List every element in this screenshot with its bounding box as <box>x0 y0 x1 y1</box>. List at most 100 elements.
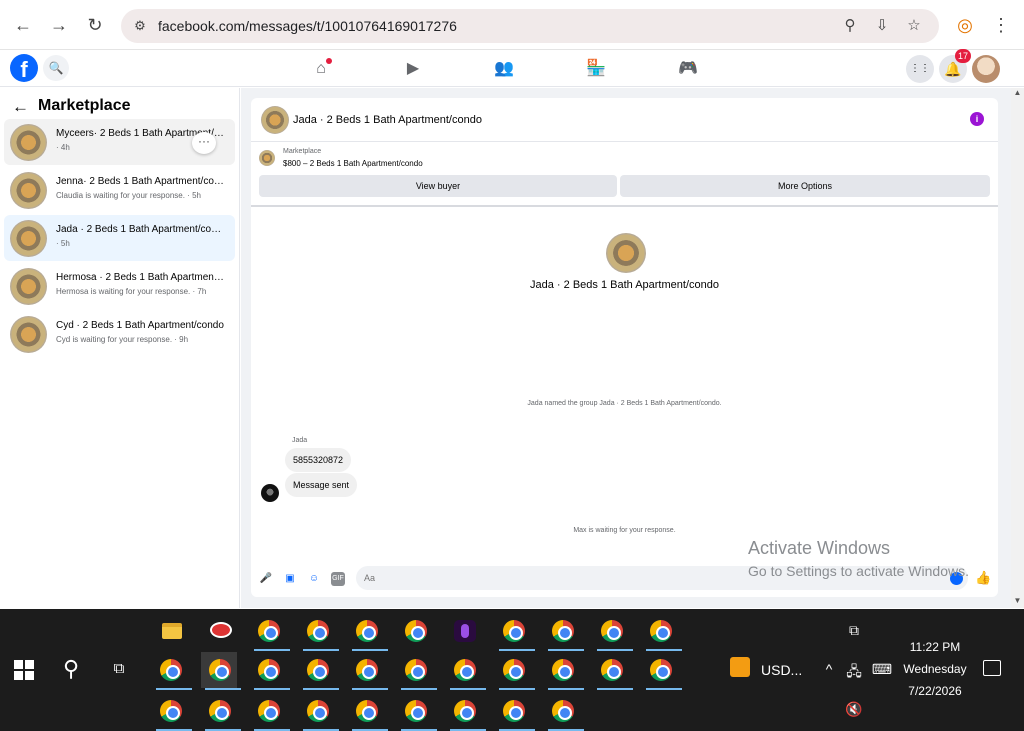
home-glyph: ⌂ <box>316 60 326 77</box>
chrome-icon[interactable] <box>544 652 584 690</box>
conversation-item[interactable]: Cyd · 2 Beds 1 Bath Apartment/condo Cyd … <box>4 311 235 357</box>
browser-toolbar: ← → ↻ ⚙ facebook.com/messages/t/10010764… <box>0 0 1024 50</box>
chrome-icon[interactable] <box>593 613 633 651</box>
conversation-item[interactable]: Jenna· 2 Beds 1 Bath Apartment/condo Cla… <box>4 167 235 213</box>
chrome-icon[interactable] <box>642 652 682 690</box>
listing-title[interactable]: $800 – 2 Beds 1 Bath Apartment/condo <box>283 159 423 168</box>
zoom-icon[interactable]: ⚲ <box>841 17 859 35</box>
conversation-sidebar: ← Marketplace Myceers· 2 Beds 1 Bath Apa… <box>0 88 240 608</box>
microphone-icon[interactable]: 🎤 <box>259 572 273 586</box>
back-icon[interactable]: ← <box>11 13 35 37</box>
gif-icon[interactable]: GIF <box>331 572 345 586</box>
chrome-icon[interactable] <box>152 693 192 731</box>
site-info-icon[interactable]: ⚙ <box>131 17 149 35</box>
chrome-icon[interactable] <box>348 613 388 651</box>
chrome-icon[interactable] <box>299 693 339 731</box>
taskbar-search-icon[interactable]: ⚲ <box>58 656 84 682</box>
scroll-down-icon[interactable]: ▼ <box>1011 596 1024 608</box>
info-icon[interactable]: i <box>970 112 984 126</box>
windows-start-icon[interactable] <box>14 660 34 680</box>
notifications-button[interactable]: 🔔 17 <box>939 49 971 83</box>
chrome-icon[interactable] <box>642 613 682 651</box>
chrome-icon[interactable] <box>201 652 241 690</box>
account-avatar[interactable] <box>972 55 1000 83</box>
install-icon[interactable]: ⇩ <box>873 17 891 35</box>
chrome-icon[interactable] <box>299 652 339 690</box>
chrome-icon[interactable] <box>544 693 584 731</box>
conversation-preview: Claudia is waiting for your response. · … <box>56 191 201 200</box>
conversation-item[interactable]: Jada · 2 Beds 1 Bath Apartment/condo · 5… <box>4 215 235 261</box>
chrome-icon[interactable] <box>348 693 388 731</box>
reload-icon[interactable]: ↻ <box>83 13 107 37</box>
chrome-icon[interactable] <box>495 613 535 651</box>
home-icon[interactable]: ⌂ <box>310 58 332 80</box>
conversation-item[interactable]: Myceers· 2 Beds 1 Bath Apartment/condo ·… <box>4 119 235 165</box>
facebook-logo-icon[interactable]: f <box>10 54 38 82</box>
sticker-icon[interactable]: ☺ <box>307 572 321 586</box>
chevron-up-icon[interactable]: ^ <box>820 661 838 677</box>
chat-title[interactable]: Jada · 2 Beds 1 Bath Apartment/condo <box>293 114 482 126</box>
chrome-icon[interactable] <box>201 693 241 731</box>
apps-menu-icon[interactable]: ⋮⋮ <box>906 55 934 83</box>
network-icon[interactable]: 🖧 <box>844 661 864 685</box>
chrome-icon[interactable] <box>446 693 486 731</box>
clock-time[interactable]: 11:22 PM <box>905 640 965 654</box>
marketplace-icon[interactable]: 🏪 <box>585 58 607 80</box>
chrome-icon[interactable] <box>446 652 486 690</box>
chrome-icon[interactable] <box>544 613 584 651</box>
meet-now-icon[interactable]: ⧉ <box>844 622 864 639</box>
address-bar[interactable]: ⚙ facebook.com/messages/t/10010764169017… <box>121 9 939 43</box>
profile-icon[interactable]: ◎ <box>953 13 977 37</box>
volume-muted-icon[interactable]: 🔇 <box>844 701 864 718</box>
bookmark-star-icon[interactable]: ☆ <box>905 17 923 35</box>
gaming-icon[interactable]: 🎮 <box>677 58 699 80</box>
chrome-icon[interactable] <box>299 613 339 651</box>
snipping-tool-icon[interactable] <box>201 613 237 649</box>
file-explorer-icon[interactable] <box>152 613 188 649</box>
task-view-icon[interactable]: ⧉ <box>108 658 130 680</box>
view-buyer-button[interactable]: View buyer <box>259 175 617 197</box>
listing-thumbnail[interactable] <box>259 150 275 166</box>
conversation-preview: Cyd is waiting for your response. · 9h <box>56 335 189 344</box>
more-options-button[interactable]: More Options <box>620 175 990 197</box>
avatar[interactable] <box>261 106 289 134</box>
page-scrollbar[interactable]: ▲ ▼ <box>1011 88 1024 608</box>
chrome-icon[interactable] <box>397 613 433 649</box>
more-options-icon[interactable]: ··· <box>192 132 216 154</box>
currency-widget-label[interactable]: USD... <box>761 662 802 678</box>
message-bubble[interactable]: Message sent <box>285 473 358 497</box>
avatar <box>10 220 47 257</box>
avatar[interactable] <box>261 484 279 502</box>
conversation-name: Jenna· 2 Beds 1 Bath Apartment/condo <box>56 176 224 187</box>
action-center-icon[interactable] <box>983 660 1001 676</box>
chrome-icon[interactable] <box>593 652 633 690</box>
forward-icon[interactable]: → <box>47 13 71 37</box>
chrome-icon[interactable] <box>397 693 437 731</box>
app-icon[interactable] <box>446 613 482 649</box>
photo-icon[interactable]: ▣ <box>283 572 297 586</box>
chrome-icon[interactable] <box>397 652 437 690</box>
chrome-icon[interactable] <box>250 613 290 651</box>
keyboard-icon[interactable]: ⌨ <box>869 661 895 678</box>
conversation-item[interactable]: Hermosa · 2 Beds 1 Bath Apartment/condo … <box>4 263 235 309</box>
message-bubble[interactable]: 5855320872 <box>285 448 352 472</box>
chrome-icon[interactable] <box>495 652 535 690</box>
url-text[interactable]: facebook.com/messages/t/1001076416901727… <box>158 18 457 34</box>
scroll-up-icon[interactable]: ▲ <box>1011 88 1024 100</box>
clock-day[interactable]: Wednesday <box>898 662 972 676</box>
friends-icon[interactable]: 👥 <box>493 58 515 80</box>
chrome-icon[interactable] <box>250 652 290 690</box>
chrome-icon[interactable] <box>348 652 388 690</box>
chrome-icon[interactable] <box>152 652 192 690</box>
clock-date[interactable]: 7/22/2026 <box>900 684 970 698</box>
back-arrow-icon[interactable]: ← <box>12 97 29 117</box>
search-icon[interactable]: 🔍 <box>43 55 69 81</box>
chrome-icon[interactable] <box>495 693 535 731</box>
conversation-name: Cyd · 2 Beds 1 Bath Apartment/condo <box>56 320 224 331</box>
facebook-header: f 🔍 ⌂ ▶ 👥 🏪 🎮 ⋮⋮ 🔔 17 <box>0 49 1024 87</box>
currency-widget-icon[interactable] <box>730 657 750 677</box>
video-icon[interactable]: ▶ <box>402 58 424 80</box>
chrome-icon[interactable] <box>250 693 290 731</box>
browser-menu-icon[interactable]: ⋮ <box>989 13 1013 37</box>
like-icon[interactable]: 👍 <box>975 570 991 586</box>
